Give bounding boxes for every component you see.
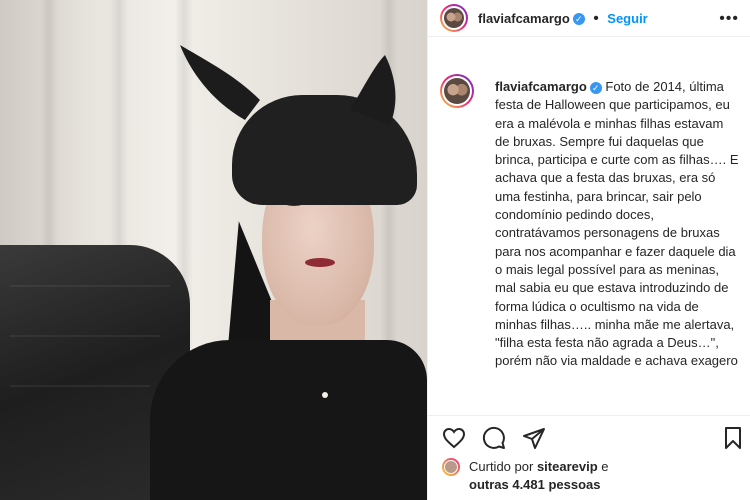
necklace-pendant [322,392,328,398]
caption-username[interactable]: flaviafcamargo [495,79,587,94]
comment-icon[interactable] [482,426,506,450]
liker-avatar[interactable] [442,458,460,476]
liker-username[interactable]: sitearevip [537,459,598,474]
likes-text: Curtido por sitearevip e outras 4.481 pe… [469,458,739,494]
bookmark-icon[interactable] [721,426,745,450]
post-photo[interactable] [0,0,427,500]
likes-joiner: e [601,459,609,474]
post-caption: flaviafcamargo ✓ Foto de 2014, última fes… [495,78,739,371]
costume-cape [150,340,427,500]
likes-prefix: Curtido por [469,459,534,474]
post-sidebar: flaviafcamargo ✓ • Seguir ••• flaviafcama… [427,0,750,500]
author-username[interactable]: flaviafcamargo [478,11,570,26]
caption-fade [428,395,750,415]
header-user-line: flaviafcamargo ✓ • Seguir [478,10,648,27]
verified-badge-icon: ✓ [589,81,602,94]
lips [305,258,335,267]
send-icon[interactable] [522,426,546,450]
other-likes-link[interactable]: outras 4.481 pessoas [469,477,601,492]
horns [180,45,396,125]
action-bar [428,415,750,458]
heart-icon[interactable] [442,426,466,450]
author-avatar[interactable] [440,4,468,32]
follow-button[interactable]: Seguir [607,11,647,26]
more-options-icon[interactable]: ••• [719,10,739,28]
post-header: flaviafcamargo ✓ • Seguir ••• [428,0,750,37]
verified-badge-icon: ✓ [572,12,585,25]
caption-author-avatar[interactable] [440,74,474,108]
caption-text: Foto de 2014, última festa de Halloween … [495,79,739,369]
